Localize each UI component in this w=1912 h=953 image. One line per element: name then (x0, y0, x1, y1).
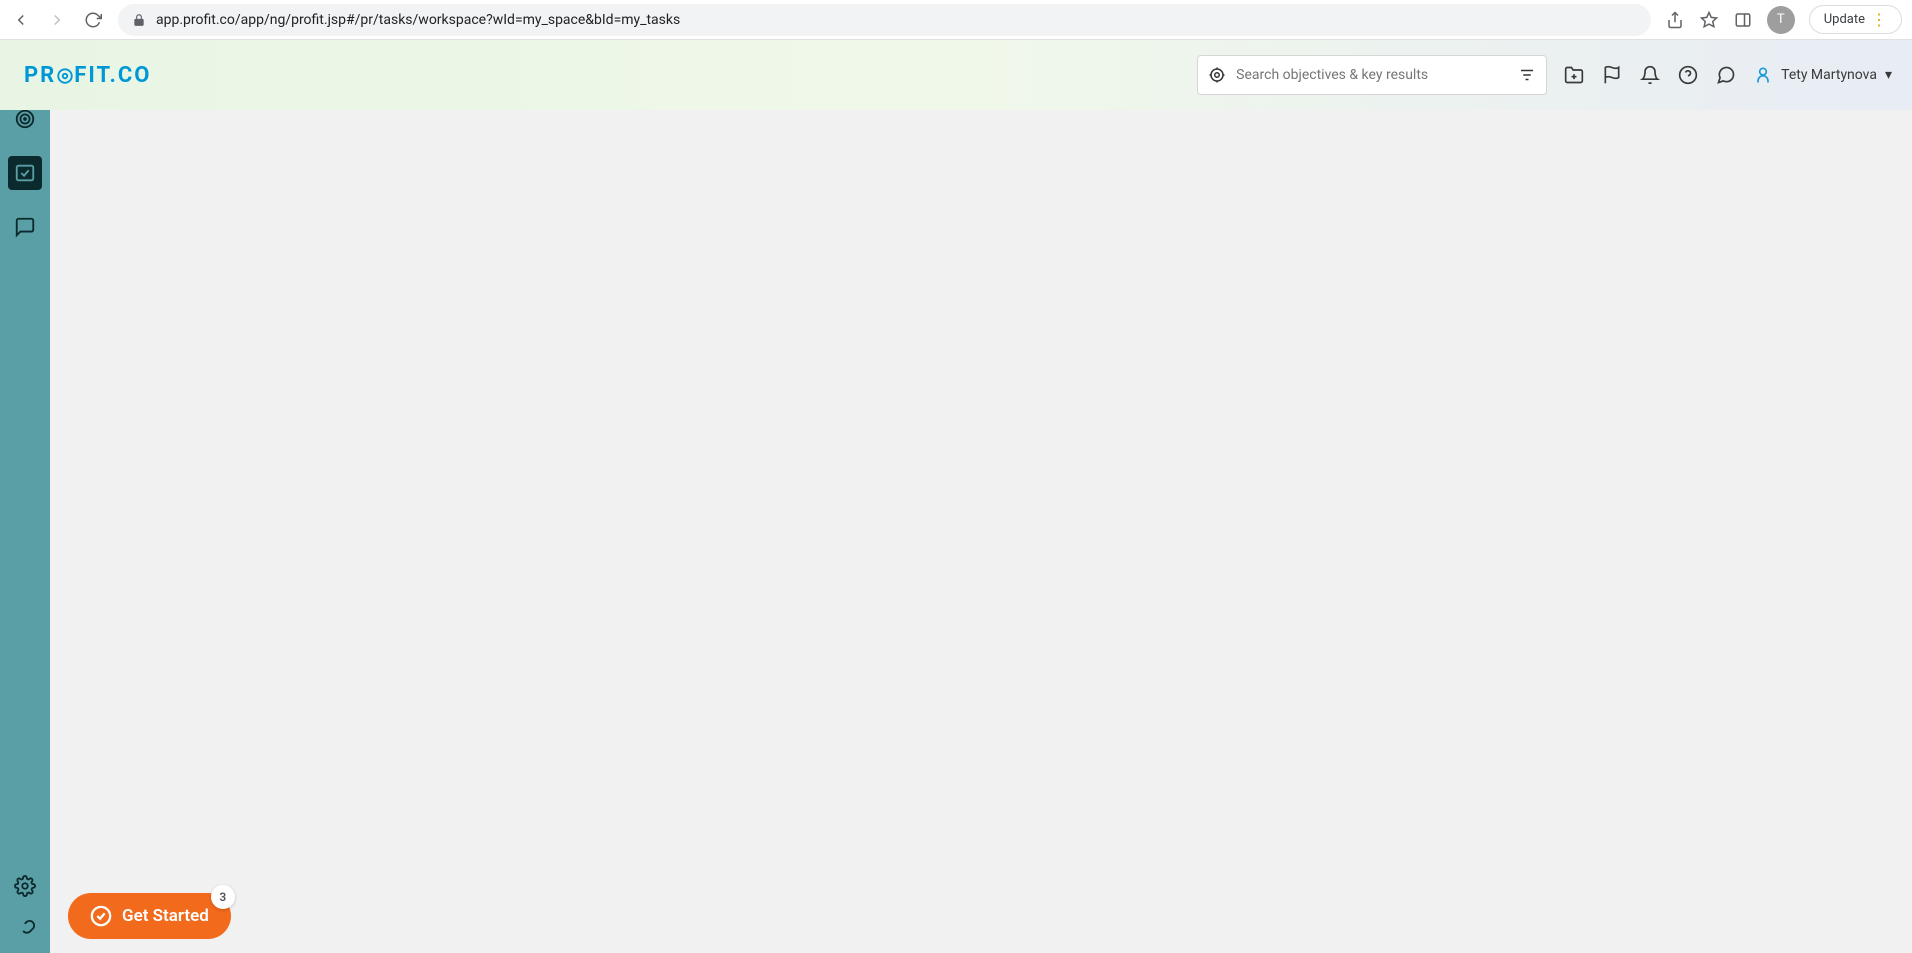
bell-icon[interactable] (1639, 64, 1661, 86)
reload-icon[interactable] (82, 9, 104, 31)
search-input[interactable] (1236, 67, 1508, 83)
url-bar[interactable]: app.profit.co/app/ng/profit.jsp#/pr/task… (118, 4, 1651, 36)
check-circle-icon (90, 905, 112, 927)
url-text: app.profit.co/app/ng/profit.jsp#/pr/task… (156, 12, 680, 28)
browser-avatar[interactable]: T (1767, 6, 1795, 34)
back-icon[interactable] (10, 9, 32, 31)
help-icon[interactable] (1677, 64, 1699, 86)
star-icon[interactable] (1699, 10, 1719, 30)
browser-right: T Update⋮ (1665, 5, 1902, 34)
link-icon[interactable] (12, 917, 38, 943)
app-header: PRFIT.CO Tety Martynova ▾ (0, 40, 1912, 110)
filter-icon[interactable] (1518, 66, 1536, 84)
chevron-down-icon: ▾ (1885, 67, 1892, 83)
comment-icon[interactable] (1715, 64, 1737, 86)
browser-chrome: app.profit.co/app/ng/profit.jsp#/pr/task… (0, 0, 1912, 40)
search-box[interactable] (1197, 55, 1547, 95)
more-icon: ⋮ (1871, 10, 1887, 29)
chat-icon[interactable] (12, 214, 38, 240)
tasks-icon[interactable] (8, 156, 42, 190)
user-menu[interactable]: Tety Martynova ▾ (1753, 65, 1892, 85)
user-icon (1753, 65, 1773, 85)
flag-icon[interactable] (1601, 64, 1623, 86)
logo[interactable]: PRFIT.CO (24, 63, 151, 88)
share-icon[interactable] (1665, 10, 1685, 30)
folder-plus-icon[interactable] (1563, 64, 1585, 86)
get-started-button[interactable]: Get Started 3 (68, 893, 231, 939)
left-rail: › (0, 40, 50, 953)
forward-icon[interactable] (46, 9, 68, 31)
target-search-icon (1208, 66, 1226, 84)
settings-icon[interactable] (12, 873, 38, 899)
lock-icon (132, 13, 146, 27)
update-button[interactable]: Update⋮ (1809, 5, 1902, 34)
get-started-badge: 3 (211, 885, 235, 909)
user-name: Tety Martynova (1781, 67, 1877, 83)
panel-icon[interactable] (1733, 10, 1753, 30)
